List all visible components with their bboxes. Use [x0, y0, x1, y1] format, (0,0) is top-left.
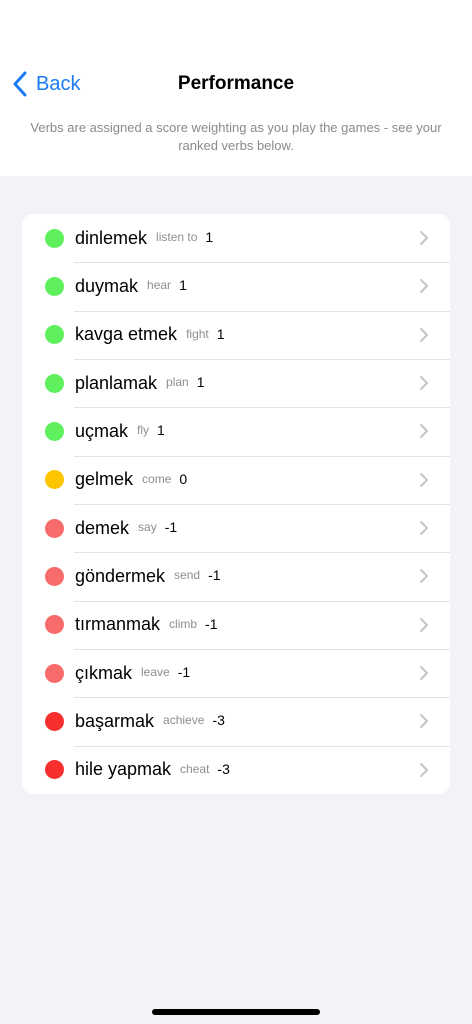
chevron-right-icon	[419, 375, 429, 391]
verb-text: kavga etmek	[75, 324, 178, 345]
translation-text: cheat	[180, 761, 210, 776]
score-text: -1	[208, 567, 221, 584]
chevron-right-icon	[419, 762, 429, 778]
chevron-right-icon	[419, 230, 429, 246]
verb-row[interactable]: göndermek send -1	[22, 552, 450, 600]
page-title: Performance	[177, 73, 295, 94]
verb-row[interactable]: gelmek come 0	[22, 455, 450, 504]
description-text: Verbs are assigned a score weighting as …	[30, 120, 442, 153]
score-text: 1	[216, 325, 225, 342]
translation-text: say	[138, 520, 157, 535]
score-text: -1	[164, 519, 178, 536]
score-text: 1	[179, 277, 187, 294]
score-text: 1	[205, 229, 214, 246]
verb-text: uçmak	[75, 420, 129, 441]
home-indicator[interactable]	[152, 1009, 320, 1015]
score-indicator-dot	[45, 663, 64, 683]
verb-text: tırmanmak	[75, 614, 161, 635]
chevron-right-icon	[419, 665, 429, 681]
score-text: -3	[217, 760, 230, 777]
verb-text: dinlemek	[75, 227, 148, 248]
verb-row[interactable]: kavga etmek fight 1	[22, 310, 450, 359]
verb-row[interactable]: çıkmak leave -1	[22, 648, 450, 697]
verb-text: göndermek	[75, 565, 166, 586]
verb-text: planlamak	[75, 372, 158, 393]
score-indicator-dot	[45, 615, 64, 635]
chevron-right-icon	[419, 423, 429, 439]
score-text: -1	[177, 664, 191, 681]
score-text: -3	[212, 712, 225, 729]
header: Back Performance Verbs are assigned a sc…	[0, 0, 472, 176]
score-indicator-dot	[45, 276, 64, 296]
chevron-right-icon	[419, 617, 429, 633]
verb-row[interactable]: hile yapmak cheat -3	[22, 745, 450, 794]
chevron-right-icon	[419, 520, 429, 536]
translation-text: fly	[137, 423, 150, 438]
verb-list: dinlemek listen to 1 duymak hear 1 kavga…	[22, 214, 450, 794]
verb-row[interactable]: planlamak plan 1	[22, 358, 450, 407]
verb-row[interactable]: tırmanmak climb -1	[22, 600, 450, 649]
score-indicator-dot	[45, 228, 64, 248]
translation-text: come	[142, 471, 172, 486]
chevron-right-icon	[419, 327, 429, 343]
score-indicator-dot	[45, 325, 64, 345]
translation-text: listen to	[156, 230, 198, 245]
verb-text: çıkmak	[75, 662, 133, 683]
chevron-right-icon	[419, 472, 429, 488]
score-indicator-dot	[45, 566, 64, 586]
score-indicator-dot	[45, 518, 64, 538]
verb-row[interactable]: başarmak achieve -3	[22, 697, 450, 745]
verb-text: demek	[75, 517, 130, 538]
verb-row[interactable]: demek say -1	[22, 503, 450, 552]
score-indicator-dot	[45, 711, 64, 731]
translation-text: send	[174, 568, 201, 583]
translation-text: plan	[166, 375, 189, 390]
chevron-right-icon	[419, 568, 429, 584]
score-indicator-dot	[45, 760, 64, 780]
verb-row[interactable]: duymak hear 1	[22, 262, 450, 310]
verb-text: başarmak	[75, 710, 155, 731]
translation-text: achieve	[163, 713, 205, 728]
verb-text: duymak	[75, 275, 139, 296]
translation-text: hear	[147, 278, 172, 293]
score-indicator-dot	[45, 373, 64, 393]
score-text: 0	[179, 470, 188, 487]
verb-row[interactable]: dinlemek listen to 1	[22, 214, 450, 262]
score-text: 1	[196, 374, 205, 391]
score-indicator-dot	[45, 470, 64, 490]
translation-text: fight	[186, 326, 209, 341]
verb-text: gelmek	[75, 469, 134, 490]
translation-text: leave	[141, 665, 170, 680]
chevron-right-icon	[419, 713, 429, 729]
score-text: -1	[205, 615, 218, 632]
score-text: 1	[157, 422, 165, 439]
score-indicator-dot	[45, 421, 64, 441]
verb-text: hile yapmak	[75, 759, 172, 780]
chevron-right-icon	[419, 278, 429, 294]
verb-row[interactable]: uçmak fly 1	[22, 407, 450, 455]
translation-text: climb	[169, 616, 198, 631]
